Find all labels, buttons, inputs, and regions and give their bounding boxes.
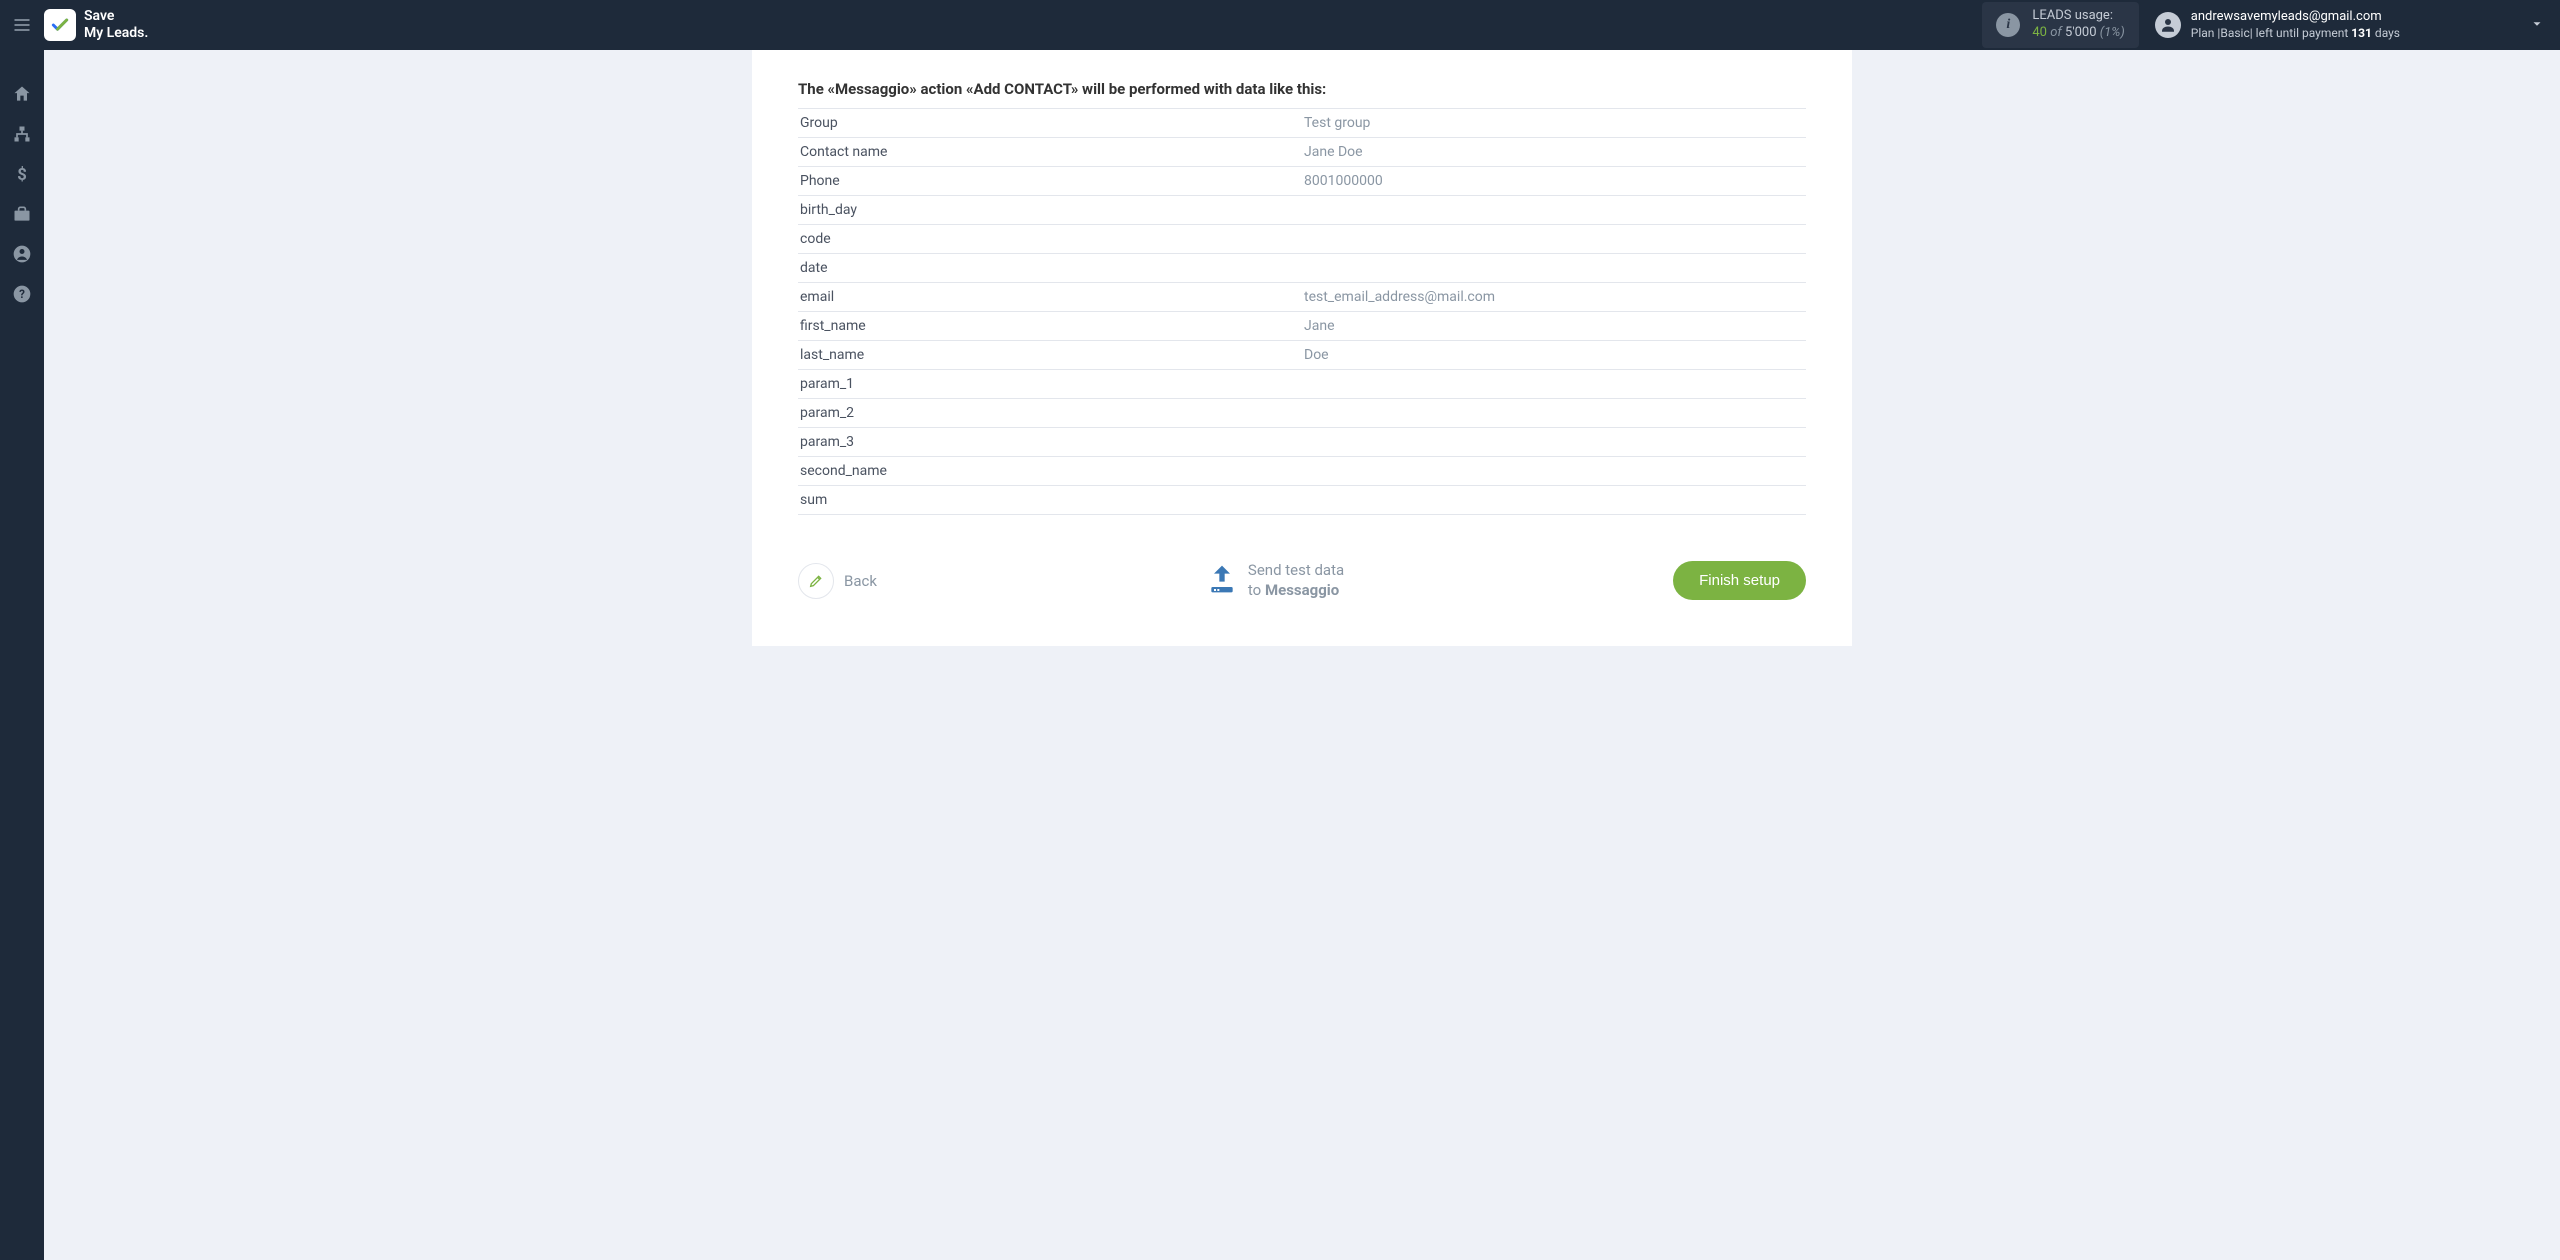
field-value: test_email_address@mail.com bbox=[1302, 283, 1806, 312]
logo-icon bbox=[44, 9, 76, 41]
field-value bbox=[1302, 399, 1806, 428]
table-row: first_nameJane bbox=[798, 312, 1806, 341]
table-row: last_nameDoe bbox=[798, 341, 1806, 370]
table-row: param_3 bbox=[798, 428, 1806, 457]
usage-of: of bbox=[2050, 25, 2062, 40]
field-label: Group bbox=[798, 109, 1302, 138]
field-value: Jane Doe bbox=[1302, 138, 1806, 167]
sidebar-item-briefcase[interactable] bbox=[0, 194, 44, 234]
logo[interactable]: Save My Leads. bbox=[44, 8, 148, 42]
back-button[interactable]: Back bbox=[798, 563, 877, 599]
home-icon bbox=[12, 84, 32, 104]
table-row: sum bbox=[798, 486, 1806, 515]
svg-text:$: $ bbox=[17, 166, 27, 184]
field-label: param_2 bbox=[798, 399, 1302, 428]
briefcase-icon bbox=[12, 204, 32, 224]
sitemap-icon bbox=[12, 124, 32, 144]
table-row: code bbox=[798, 225, 1806, 254]
sidebar-item-profile[interactable] bbox=[0, 234, 44, 274]
back-button-circle bbox=[798, 563, 834, 599]
field-label: last_name bbox=[798, 341, 1302, 370]
field-value: Test group bbox=[1302, 109, 1806, 138]
field-label: birth_day bbox=[798, 196, 1302, 225]
section-heading: The «Messaggio» action «Add CONTACT» wil… bbox=[798, 80, 1806, 108]
table-row: GroupTest group bbox=[798, 109, 1806, 138]
main-content: The «Messaggio» action «Add CONTACT» wil… bbox=[44, 50, 2560, 1260]
table-row: date bbox=[798, 254, 1806, 283]
field-label: email bbox=[798, 283, 1302, 312]
svg-text:?: ? bbox=[19, 287, 25, 301]
dollar-icon: $ bbox=[12, 164, 32, 184]
field-label: sum bbox=[798, 486, 1302, 515]
field-label: date bbox=[798, 254, 1302, 283]
user-email: andrewsavemyleads@gmail.com bbox=[2191, 9, 2400, 26]
table-row: param_1 bbox=[798, 370, 1806, 399]
user-avatar-icon bbox=[2155, 12, 2181, 38]
upload-icon bbox=[1206, 563, 1238, 599]
field-value: 8001000000 bbox=[1302, 167, 1806, 196]
table-row: param_2 bbox=[798, 399, 1806, 428]
sidebar-item-home[interactable] bbox=[0, 74, 44, 114]
back-label: Back bbox=[844, 572, 877, 590]
field-label: Phone bbox=[798, 167, 1302, 196]
field-label: param_3 bbox=[798, 428, 1302, 457]
question-icon: ? bbox=[12, 284, 32, 304]
usage-total: 5'000 bbox=[2065, 25, 2097, 40]
field-value bbox=[1302, 254, 1806, 283]
content-panel: The «Messaggio» action «Add CONTACT» wil… bbox=[752, 50, 1852, 646]
usage-percent: (1%) bbox=[2100, 25, 2125, 40]
field-value bbox=[1302, 370, 1806, 399]
field-label: param_1 bbox=[798, 370, 1302, 399]
chevron-down-icon bbox=[2530, 17, 2544, 31]
table-row: Contact nameJane Doe bbox=[798, 138, 1806, 167]
header-dropdown-chevron[interactable] bbox=[2530, 16, 2544, 35]
user-icon bbox=[12, 244, 32, 264]
table-row: birth_day bbox=[798, 196, 1806, 225]
user-account-menu[interactable]: andrewsavemyleads@gmail.com Plan |Basic|… bbox=[2155, 9, 2400, 41]
pencil-icon bbox=[808, 573, 824, 589]
field-label: second_name bbox=[798, 457, 1302, 486]
left-sidebar: $ ? bbox=[0, 50, 44, 1260]
table-row: emailtest_email_address@mail.com bbox=[798, 283, 1806, 312]
leads-usage-panel: i LEADS usage: 40 of 5'000 (1%) bbox=[1982, 2, 2138, 48]
menu-toggle-button[interactable] bbox=[0, 0, 44, 50]
usage-label: LEADS usage: bbox=[2032, 8, 2124, 25]
field-value bbox=[1302, 196, 1806, 225]
field-value bbox=[1302, 457, 1806, 486]
field-value: Doe bbox=[1302, 341, 1806, 370]
sidebar-item-help[interactable]: ? bbox=[0, 274, 44, 314]
send-test-data-button[interactable]: Send test data to Messaggio bbox=[1206, 561, 1344, 600]
logo-text: Save My Leads. bbox=[84, 8, 148, 42]
table-row: Phone8001000000 bbox=[798, 167, 1806, 196]
data-preview-table: GroupTest groupContact nameJane DoePhone… bbox=[798, 108, 1806, 515]
user-plan-line: Plan |Basic| left until payment 131 days bbox=[2191, 26, 2400, 42]
finish-setup-button[interactable]: Finish setup bbox=[1673, 561, 1806, 600]
table-row: second_name bbox=[798, 457, 1806, 486]
action-bar: Back Send test data to bbox=[798, 561, 1806, 600]
send-test-text: Send test data to Messaggio bbox=[1248, 561, 1344, 600]
info-icon: i bbox=[1996, 13, 2020, 37]
field-value bbox=[1302, 486, 1806, 515]
field-value: Jane bbox=[1302, 312, 1806, 341]
field-label: Contact name bbox=[798, 138, 1302, 167]
sidebar-item-billing[interactable]: $ bbox=[0, 154, 44, 194]
field-value bbox=[1302, 225, 1806, 254]
hamburger-icon bbox=[12, 15, 32, 35]
field-label: first_name bbox=[798, 312, 1302, 341]
field-value bbox=[1302, 428, 1806, 457]
usage-current: 40 bbox=[2032, 25, 2047, 40]
field-label: code bbox=[798, 225, 1302, 254]
top-header: Save My Leads. i LEADS usage: 40 of 5'00… bbox=[0, 0, 2560, 50]
sidebar-item-connections[interactable] bbox=[0, 114, 44, 154]
